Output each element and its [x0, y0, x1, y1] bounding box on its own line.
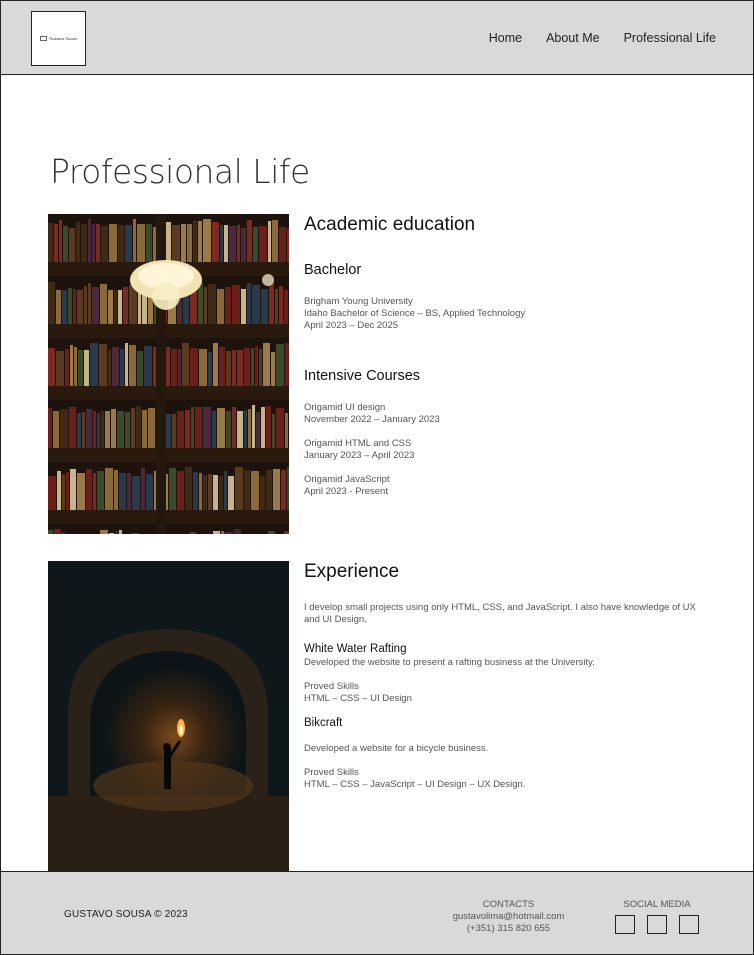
course-name: Origamid JavaScript	[304, 474, 390, 485]
social-media-title: SOCIAL MEDIA	[623, 899, 691, 910]
nav-professional-life-link[interactable]: Professional Life	[624, 31, 716, 45]
skills-label: Proved Skills	[304, 767, 359, 778]
contact-phone[interactable]: (+351) 315 820 655	[441, 923, 576, 935]
page-title: Professional Life	[50, 152, 310, 191]
project-name: Bikcraft	[304, 717, 343, 729]
experience-intro: I develop small projects using only HTML…	[304, 602, 696, 625]
copyright: GUSTAVO SOUSA © 2023	[64, 909, 188, 920]
experience-title: Experience	[304, 561, 400, 582]
course-dates: November 2022 – January 2023	[304, 414, 440, 425]
contacts-block: CONTACTS gustavolima@hotmail.com (+351) …	[441, 899, 576, 935]
bachelor-degree: Idaho Bachelor of Science – BS, Applied …	[304, 308, 526, 319]
library-image	[48, 214, 289, 534]
nav-home-link[interactable]: Home	[489, 31, 522, 45]
education-section: Academic education	[304, 214, 704, 236]
bachelor-university: Brigham Young University	[304, 296, 413, 307]
logo-text: Gustavo Sousa	[49, 36, 77, 41]
course-item: Origamid JavaScript April 2023 - Present	[304, 474, 704, 498]
contact-email[interactable]: gustavolima@hotmail.com	[441, 911, 576, 923]
site-footer: GUSTAVO SOUSA © 2023 CONTACTS gustavolim…	[0, 871, 754, 955]
courses-title: Intensive Courses	[304, 368, 421, 384]
project-skills: Proved Skills HTML – CSS – JavaScript – …	[304, 767, 704, 791]
course-name: Origamid HTML and CSS	[304, 438, 412, 449]
social-icon-3[interactable]	[679, 915, 699, 934]
course-dates: April 2023 - Present	[304, 486, 388, 497]
course-item: Origamid HTML and CSS January 2023 – Apr…	[304, 438, 704, 462]
bachelor-block: Bachelor	[304, 262, 704, 278]
project-desc: Developed the website to present a rafti…	[304, 657, 595, 668]
logo[interactable]: Gustavo Sousa	[31, 11, 86, 66]
course-dates: January 2023 – April 2023	[304, 450, 415, 461]
course-item: Origamid UI design November 2022 – Janua…	[304, 402, 704, 426]
experience-section: Experience	[304, 561, 704, 583]
skills-list: HTML – CSS – UI Design	[304, 693, 412, 704]
contacts-title: CONTACTS	[482, 899, 535, 910]
project-item: Bikcraft	[304, 717, 704, 729]
course-name: Origamid UI design	[304, 402, 386, 413]
bachelor-dates: April 2023 – Dec 2025	[304, 320, 399, 331]
bachelor-details: Brigham Young University Idaho Bachelor …	[304, 296, 704, 332]
education-title: Academic education	[304, 214, 476, 235]
project-item: White Water Rafting	[304, 643, 704, 655]
courses-block: Intensive Courses	[304, 368, 704, 384]
social-icon-2[interactable]	[647, 915, 667, 934]
main-nav: Home About Me Professional Life	[489, 31, 716, 45]
logo-mark-icon	[40, 36, 48, 41]
skills-list: HTML – CSS – JavaScript – UI Design – UX…	[304, 779, 526, 790]
torch-arch-image	[48, 561, 289, 871]
nav-about-link[interactable]: About Me	[546, 31, 600, 45]
project-name: White Water Rafting	[304, 643, 407, 655]
project-desc: Developed a website for a bicycle busine…	[304, 743, 489, 754]
skills-label: Proved Skills	[304, 681, 359, 692]
site-header: Gustavo Sousa Home About Me Professional…	[0, 0, 754, 75]
social-media-block: SOCIAL MEDIA	[607, 899, 707, 934]
social-icon-1[interactable]	[615, 915, 635, 934]
project-skills: Proved Skills HTML – CSS – UI Design	[304, 681, 704, 705]
social-icons	[607, 915, 707, 934]
bachelor-title: Bachelor	[304, 262, 362, 278]
